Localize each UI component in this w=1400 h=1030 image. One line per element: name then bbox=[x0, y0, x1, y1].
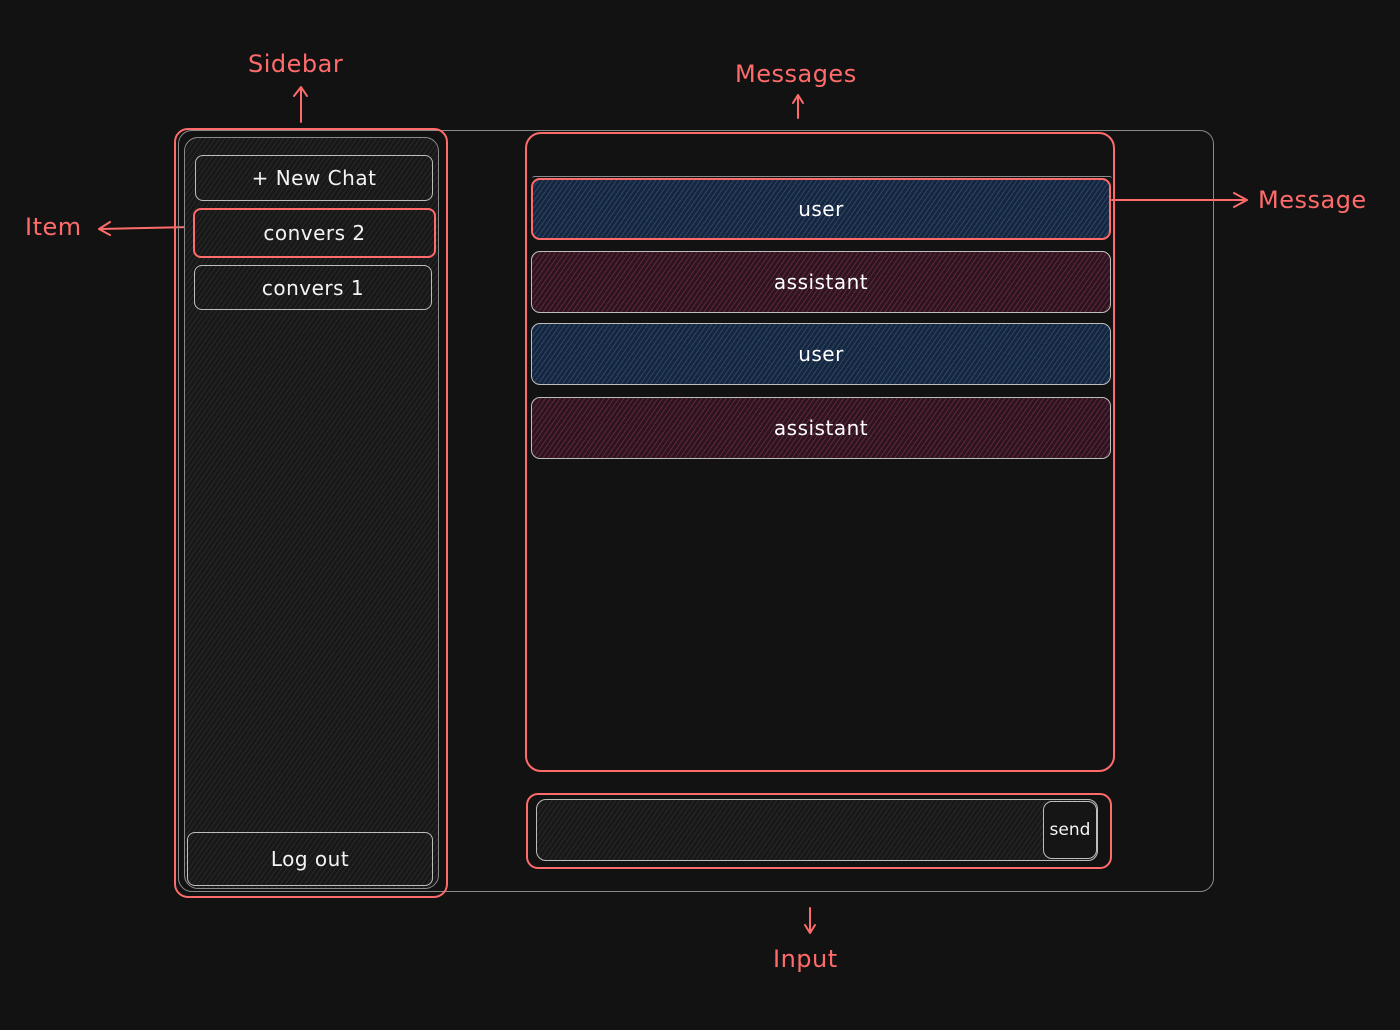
message-assistant: assistant bbox=[531, 397, 1111, 459]
message-user: user bbox=[531, 178, 1111, 240]
sidebar-arrow bbox=[293, 86, 308, 123]
item-annotation: Item bbox=[25, 213, 82, 241]
message-input[interactable] bbox=[536, 799, 1098, 861]
sidebar-item-convers-1[interactable]: convers 1 bbox=[194, 265, 432, 310]
new-chat-button[interactable]: + New Chat bbox=[195, 155, 433, 201]
wireframe-canvas: Sidebar Messages Item Message Input + Ne… bbox=[0, 0, 1400, 1030]
messages-arrow bbox=[792, 94, 804, 119]
sidebar-item-convers-2[interactable]: convers 2 bbox=[193, 208, 436, 258]
logout-button[interactable]: Log out bbox=[187, 832, 433, 886]
message-assistant: assistant bbox=[531, 251, 1111, 313]
sidebar-annotation: Sidebar bbox=[248, 50, 344, 78]
message-annotation: Message bbox=[1258, 186, 1367, 214]
send-button[interactable]: send bbox=[1043, 801, 1097, 859]
input-arrow bbox=[804, 907, 816, 934]
message-user: user bbox=[531, 323, 1111, 385]
messages-annotation: Messages bbox=[735, 60, 857, 88]
input-annotation: Input bbox=[773, 945, 838, 973]
